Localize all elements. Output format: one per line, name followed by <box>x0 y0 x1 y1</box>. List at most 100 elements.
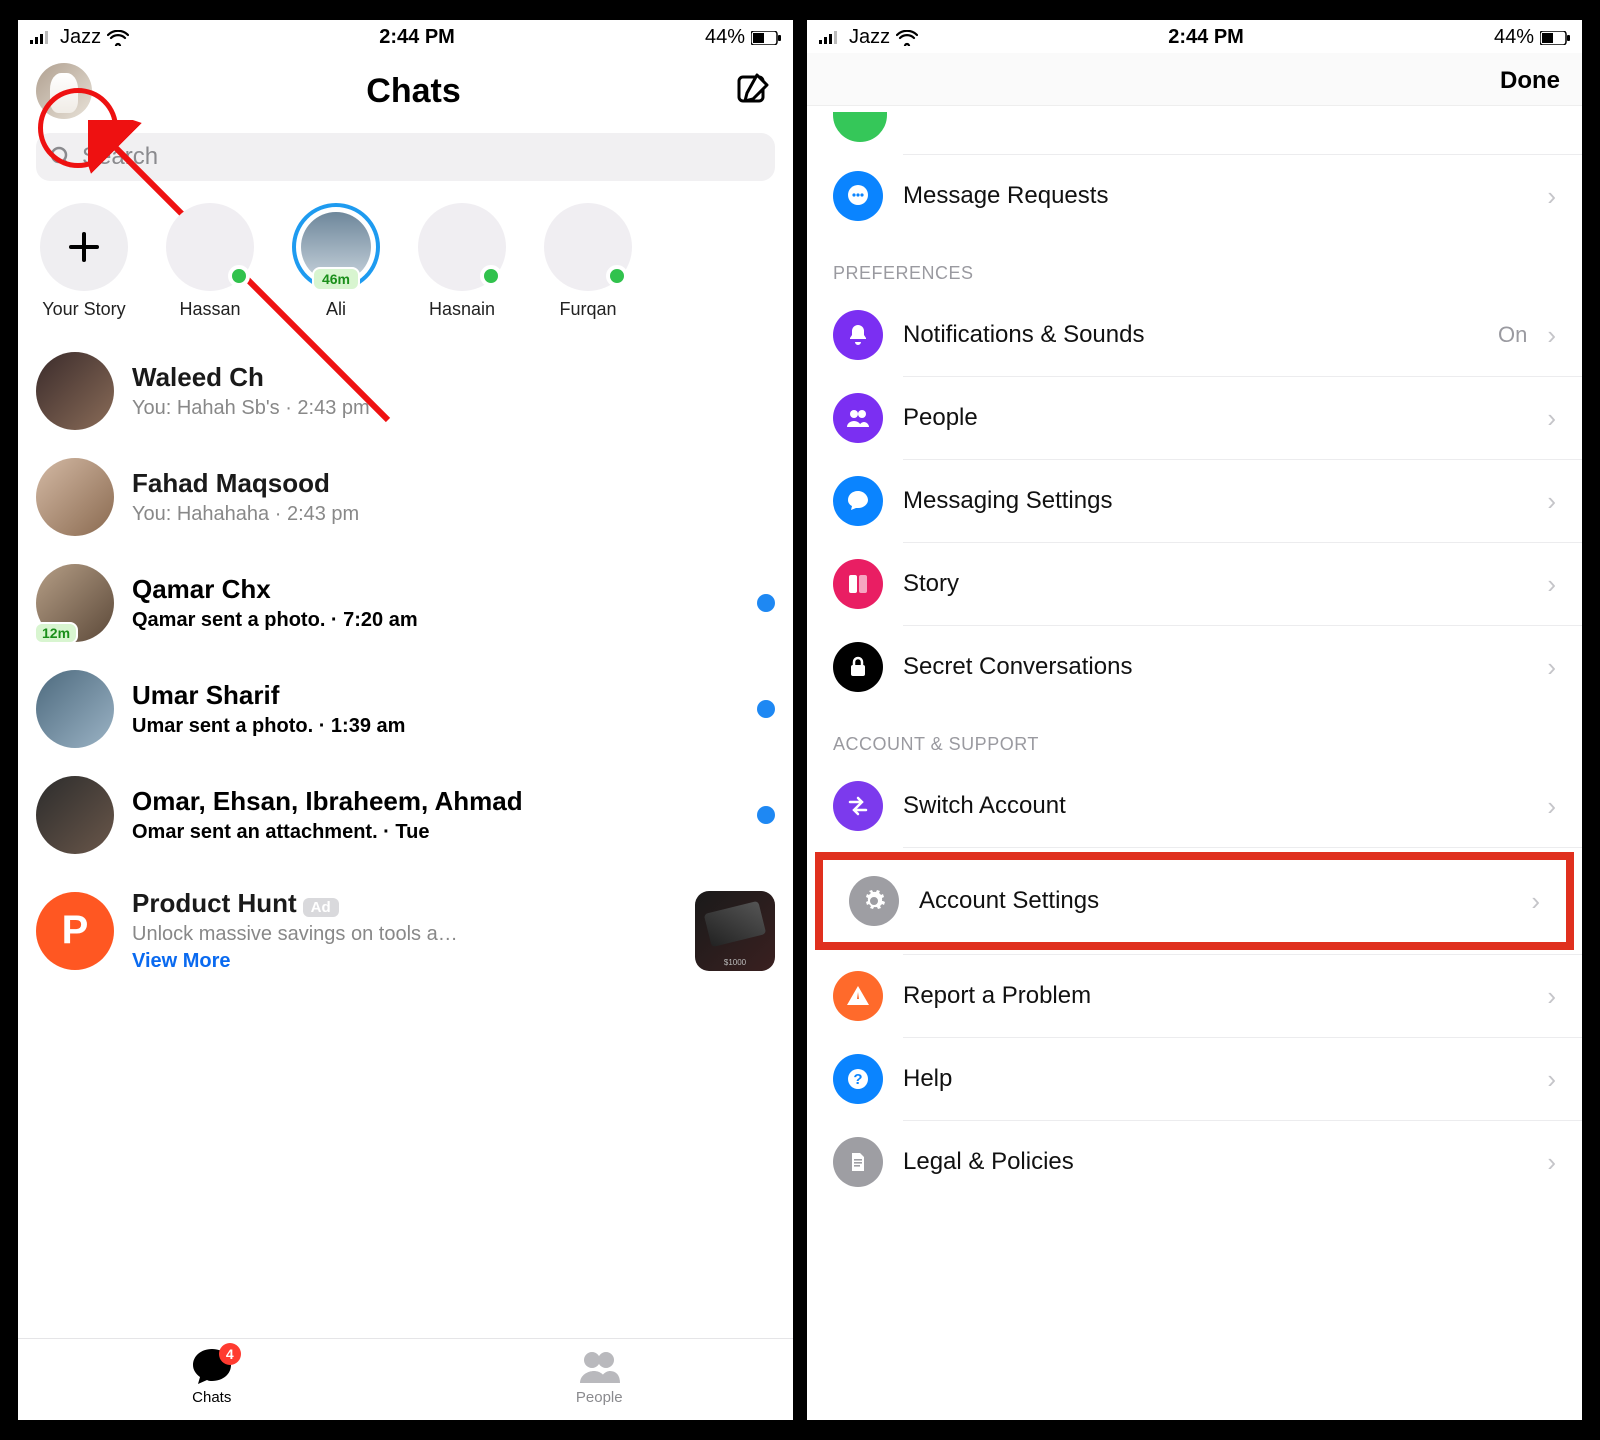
settings-label: Messaging Settings <box>903 487 1527 515</box>
chat-avatar <box>36 458 114 536</box>
settings-row-notifications-sounds[interactable]: Notifications & Sounds On › <box>807 294 1582 376</box>
people-icon <box>576 1347 622 1387</box>
chat-preview: Umar sent a photo. · 1:39 am <box>132 715 739 738</box>
switch-icon <box>833 781 883 831</box>
stories-row[interactable]: Your Story Hassan 46m Ali Hasnain Furqan <box>18 195 793 332</box>
settings-row-messaging-settings[interactable]: Messaging Settings › <box>807 460 1582 542</box>
settings-label: Switch Account <box>903 792 1527 820</box>
unread-dot-icon <box>757 700 775 718</box>
tab-label: Chats <box>192 1389 231 1406</box>
search-placeholder: Search <box>82 143 158 171</box>
online-dot-icon <box>480 265 502 287</box>
settings-row-help[interactable]: ? Help › <box>807 1038 1582 1120</box>
chevron-right-icon: › <box>1547 181 1556 212</box>
settings-row-people[interactable]: People › <box>807 377 1582 459</box>
bell-icon <box>833 310 883 360</box>
battery-pct-label: 44% <box>1494 26 1534 49</box>
chat-name: Omar, Ehsan, Ibraheem, Ahmad <box>132 786 739 817</box>
ad-cta-link[interactable]: View More <box>132 950 677 973</box>
tab-label: People <box>576 1389 623 1406</box>
chat-list[interactable]: Waleed Ch You: Hahah Sb's · 2:43 pm Faha… <box>18 332 793 874</box>
settings-label: Report a Problem <box>903 982 1527 1010</box>
battery-icon <box>1540 31 1570 45</box>
clock-label: 2:44 PM <box>379 26 455 49</box>
story-item-ali[interactable]: 46m Ali <box>288 203 384 320</box>
done-button[interactable]: Done <box>1500 67 1560 95</box>
settings-label: Legal & Policies <box>903 1148 1527 1176</box>
page-title: Chats <box>366 72 460 111</box>
section-header-account: ACCOUNT & SUPPORT <box>807 708 1582 765</box>
lock-icon <box>833 642 883 692</box>
story-label: Ali <box>326 299 346 320</box>
settings-row-secret-conversations[interactable]: Secret Conversations › <box>807 626 1582 708</box>
profile-avatar-button[interactable] <box>36 63 92 119</box>
chat-preview: Omar sent an attachment. · Tue <box>132 821 739 844</box>
story-label: Furqan <box>559 299 616 320</box>
chat-bubble-icon <box>833 476 883 526</box>
story-icon <box>833 559 883 609</box>
chat-avatar <box>36 352 114 430</box>
chat-dots-icon <box>833 171 883 221</box>
chat-row[interactable]: Waleed Ch You: Hahah Sb's · 2:43 pm <box>18 338 793 444</box>
warning-icon <box>833 971 883 1021</box>
search-input[interactable]: Search <box>36 133 775 181</box>
right-phone-settings-screen: Jazz 2:44 PM 44% Done Message Requests <box>807 20 1582 1420</box>
signal-icon <box>30 30 54 46</box>
chevron-right-icon: › <box>1547 569 1556 600</box>
chevron-right-icon: › <box>1547 791 1556 822</box>
unread-dot-icon <box>757 806 775 824</box>
chat-row[interactable]: Fahad Maqsood You: Hahahaha · 2:43 pm <box>18 444 793 550</box>
chat-name: Qamar Chx <box>132 574 739 605</box>
story-item-furqan[interactable]: Furqan <box>540 203 636 320</box>
settings-label: Help <box>903 1065 1527 1093</box>
chevron-right-icon: › <box>1547 486 1556 517</box>
settings-label: Message Requests <box>903 182 1527 210</box>
settings-row-legal-policies[interactable]: Legal & Policies › <box>807 1121 1582 1203</box>
settings-row-report-a-problem[interactable]: Report a Problem › <box>807 955 1582 1037</box>
search-icon <box>50 146 72 168</box>
battery-icon <box>751 31 781 45</box>
chat-preview: You: Hahahaha · 2:43 pm <box>132 503 775 526</box>
settings-row-story[interactable]: Story › <box>807 543 1582 625</box>
bottom-tab-bar: 4 Chats People <box>18 1338 793 1420</box>
chat-avatar <box>36 776 114 854</box>
compose-button[interactable] <box>735 71 775 111</box>
settings-row-account-settings[interactable]: Account Settings › <box>823 860 1566 942</box>
tab-people[interactable]: People <box>406 1339 794 1420</box>
people-icon <box>833 393 883 443</box>
chat-row[interactable]: Umar Sharif Umar sent a photo. · 1:39 am <box>18 656 793 762</box>
chevron-right-icon: › <box>1531 886 1540 917</box>
svg-text:?: ? <box>853 1071 862 1088</box>
sponsored-ad-row[interactable]: P Product HuntAd Unlock massive savings … <box>18 874 793 987</box>
ad-thumbnail[interactable]: $1000 <box>695 891 775 971</box>
settings-label: Account Settings <box>919 887 1511 915</box>
tab-chats[interactable]: 4 Chats <box>18 1339 406 1420</box>
wifi-icon <box>896 30 918 46</box>
clock-label: 2:44 PM <box>1168 26 1244 49</box>
settings-list[interactable]: Message Requests › PREFERENCES Notificat… <box>807 106 1582 1203</box>
chevron-right-icon: › <box>1547 1147 1556 1178</box>
story-item-hasnain[interactable]: Hasnain <box>414 203 510 320</box>
ad-caption: $1000 <box>695 958 775 967</box>
chat-avatar: 12m <box>36 564 114 642</box>
chevron-right-icon: › <box>1547 403 1556 434</box>
settings-row-message-requests[interactable]: Message Requests › <box>807 155 1582 237</box>
settings-value: On <box>1498 322 1527 348</box>
chevron-right-icon: › <box>1547 652 1556 683</box>
settings-label: People <box>903 404 1527 432</box>
settings-row-switch-account[interactable]: Switch Account › <box>807 765 1582 847</box>
chat-row[interactable]: Omar, Ehsan, Ibraheem, Ahmad Omar sent a… <box>18 762 793 868</box>
story-time-badge: 46m <box>312 267 360 291</box>
active-time-badge: 12m <box>34 622 78 644</box>
battery-pct-label: 44% <box>705 26 745 49</box>
plus-icon <box>67 230 101 264</box>
story-label: Hassan <box>179 299 240 320</box>
section-header-preferences: PREFERENCES <box>807 237 1582 294</box>
chevron-right-icon: › <box>1547 1064 1556 1095</box>
story-add[interactable]: Your Story <box>36 203 132 320</box>
chat-preview: Qamar sent a photo. · 7:20 am <box>132 609 739 632</box>
settings-label: Secret Conversations <box>903 653 1527 681</box>
chat-row[interactable]: 12m Qamar Chx Qamar sent a photo. · 7:20… <box>18 550 793 656</box>
chat-avatar <box>36 670 114 748</box>
story-item-hassan[interactable]: Hassan <box>162 203 258 320</box>
